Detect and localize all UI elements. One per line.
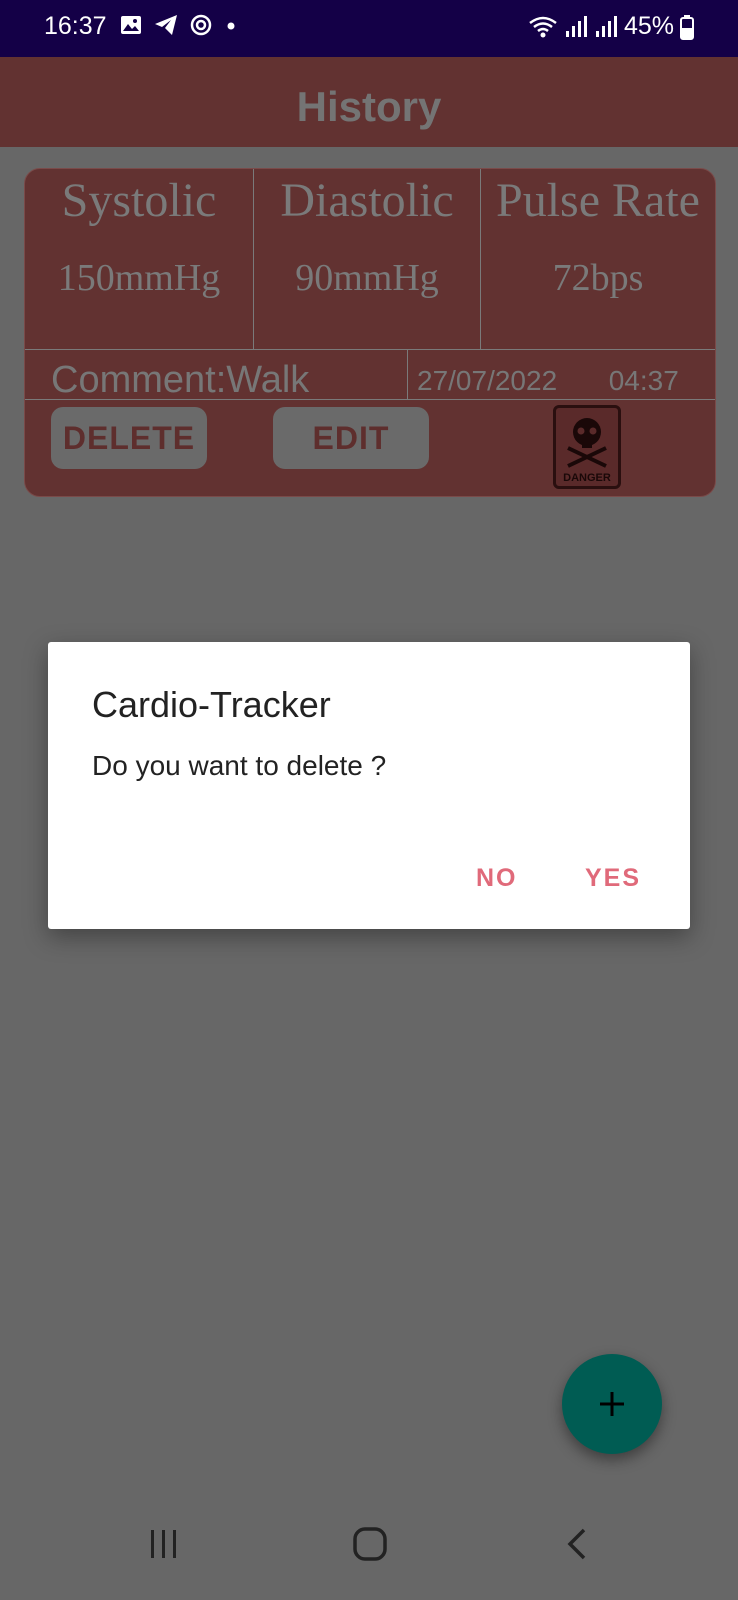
record-date: 27/07/2022 [417, 365, 558, 396]
telegram-icon [155, 15, 177, 35]
app-bar: History [0, 57, 738, 147]
notification-icons [120, 14, 238, 36]
plus-icon [600, 1392, 624, 1416]
edit-button[interactable]: EDIT [273, 407, 429, 469]
page-title: History [296, 83, 442, 130]
back-icon[interactable] [558, 1524, 598, 1564]
danger-label: DANGER [563, 472, 611, 484]
delete-confirm-dialog: Cardio-Tracker Do you want to delete ? N… [48, 642, 690, 929]
add-record-button[interactable] [562, 1354, 662, 1454]
divider [25, 399, 715, 400]
dialog-message: Do you want to delete ? [92, 750, 387, 781]
skull-crossbones-icon [567, 418, 607, 468]
battery-icon [680, 14, 694, 40]
record-card: Systolic 150mmHg Diastolic 90mmHg Pulse … [24, 168, 716, 497]
status-right: 45% [528, 12, 694, 41]
record-datetime: 27/07/2022 04:37 [417, 365, 679, 397]
danger-badge: DANGER [553, 405, 621, 489]
diastolic-column: Diastolic 90mmHg [254, 169, 480, 349]
recents-icon[interactable] [144, 1524, 184, 1564]
system-nav-bar [0, 1500, 738, 1600]
comment-text: Comment:Walk [51, 359, 310, 401]
no-button[interactable]: NO [476, 864, 518, 893]
systolic-value: 150mmHg [57, 257, 221, 299]
status-bar: 16:37 45% [0, 0, 738, 57]
pulse-column: Pulse Rate 72bps [481, 169, 715, 349]
dot-icon [227, 22, 235, 30]
systolic-label: Systolic [61, 174, 217, 227]
diastolic-label: Diastolic [280, 174, 454, 227]
record-time: 04:37 [608, 365, 679, 396]
image-icon [121, 16, 141, 34]
pulse-label: Pulse Rate [496, 174, 700, 227]
home-icon[interactable] [350, 1524, 390, 1564]
divider [25, 349, 715, 350]
battery-percent: 45% [623, 12, 674, 40]
wifi-icon [529, 16, 557, 37]
divider [407, 349, 408, 399]
radar-icon [190, 14, 212, 36]
delete-button[interactable]: DELETE [51, 407, 207, 469]
pulse-value: 72bps [552, 257, 644, 299]
diastolic-value: 90mmHg [295, 257, 439, 299]
signal-icon [565, 15, 587, 37]
systolic-column: Systolic 150mmHg [25, 169, 253, 349]
status-time: 16:37 [44, 12, 107, 40]
dialog-title: Cardio-Tracker [92, 684, 331, 725]
yes-button[interactable]: YES [585, 864, 641, 893]
signal-icon [595, 15, 617, 37]
